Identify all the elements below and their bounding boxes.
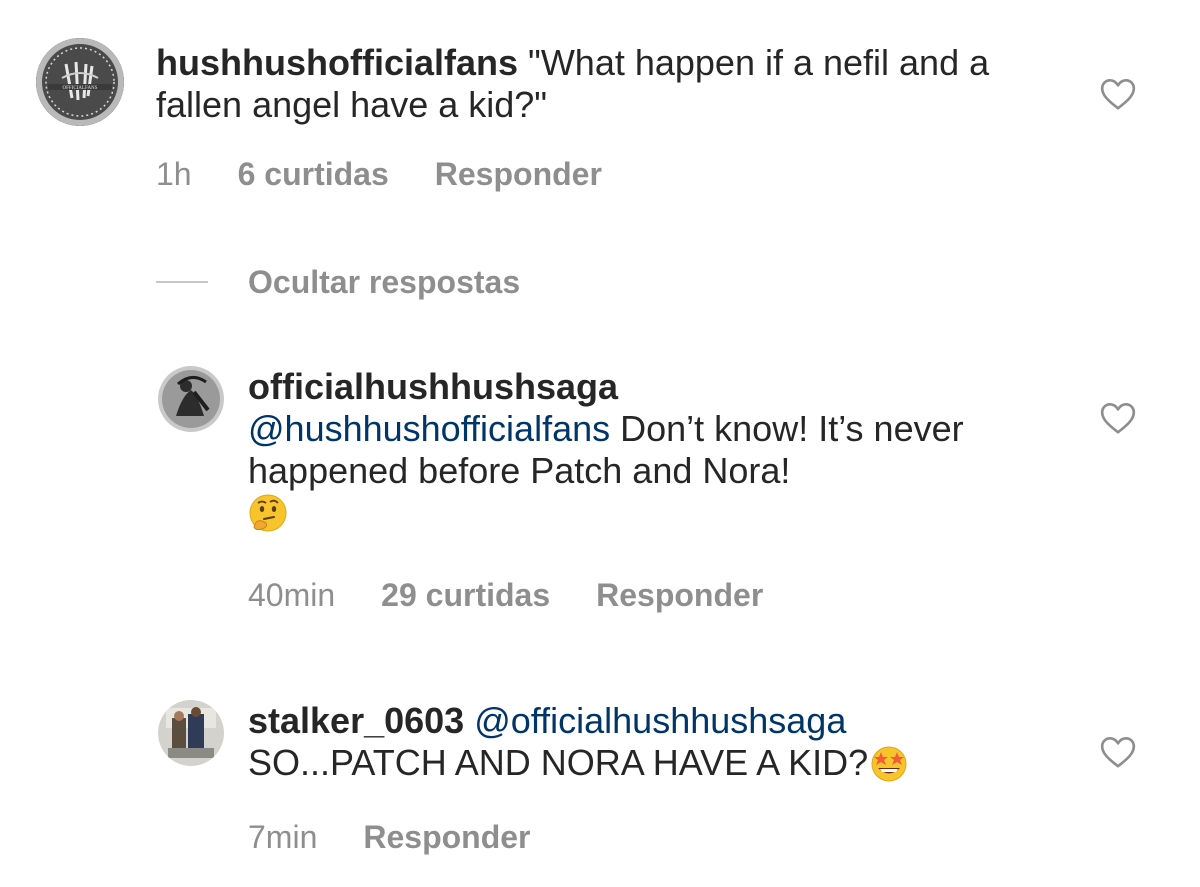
- like-button[interactable]: [1098, 732, 1138, 772]
- avatar-logo-text: OFFICIALFANS: [63, 86, 98, 91]
- heart-outline-icon: [1100, 737, 1136, 768]
- likes-count[interactable]: 6 curtidas: [238, 155, 389, 193]
- heart-outline-icon: [1100, 403, 1136, 434]
- comment-body: stalker_0603 @officialhushhushsaga SO...…: [248, 700, 1038, 792]
- comment-item: OFFICIALFANS hushhushofficialfans "What …: [0, 0, 1200, 200]
- like-button[interactable]: [1098, 398, 1138, 438]
- comment-username[interactable]: stalker_0603: [248, 700, 464, 741]
- thinking-face-icon: [248, 493, 288, 542]
- reply-button[interactable]: Responder: [596, 576, 763, 614]
- avatar[interactable]: [158, 700, 224, 766]
- comment-time: 1h: [156, 156, 192, 192]
- heart-outline-icon: [1100, 79, 1136, 110]
- comment-text: SO...PATCH AND NORA HAVE A KID?: [248, 742, 869, 783]
- comment-time: 7min: [248, 819, 318, 855]
- comment-username[interactable]: hushhushofficialfans: [156, 42, 518, 83]
- comment-meta: 7min Responder: [248, 818, 531, 856]
- comment-body: officialhushhushsaga @hushhushofficialfa…: [248, 366, 1038, 542]
- reply-button[interactable]: Responder: [435, 155, 602, 193]
- comment-time: 40min: [248, 577, 336, 613]
- reply-item: stalker_0603 @officialhushhushsaga SO...…: [0, 680, 1200, 887]
- mention-link[interactable]: @hushhushofficialfans: [248, 408, 610, 449]
- hide-replies-label: Ocultar respostas: [248, 263, 521, 300]
- mention-link[interactable]: @officialhushhushsaga: [474, 700, 846, 741]
- like-button[interactable]: [1098, 74, 1138, 114]
- reply-button[interactable]: Responder: [363, 818, 530, 856]
- hide-replies-toggle[interactable]: Ocultar respostas: [156, 262, 520, 302]
- avatar[interactable]: OFFICIALFANS: [36, 38, 124, 126]
- star-struck-face-icon: [868, 743, 910, 792]
- comment-username[interactable]: officialhushhushsaga: [248, 366, 618, 407]
- avatar[interactable]: [158, 366, 224, 432]
- divider-line: [156, 281, 208, 283]
- reply-item: officialhushhushsaga @hushhushofficialfa…: [0, 340, 1200, 630]
- comment-meta: 1h 6 curtidas Responder: [156, 155, 602, 193]
- likes-count[interactable]: 29 curtidas: [381, 576, 550, 614]
- comment-meta: 40min 29 curtidas Responder: [248, 576, 763, 614]
- comment-body: hushhushofficialfans "What happen if a n…: [156, 42, 1036, 126]
